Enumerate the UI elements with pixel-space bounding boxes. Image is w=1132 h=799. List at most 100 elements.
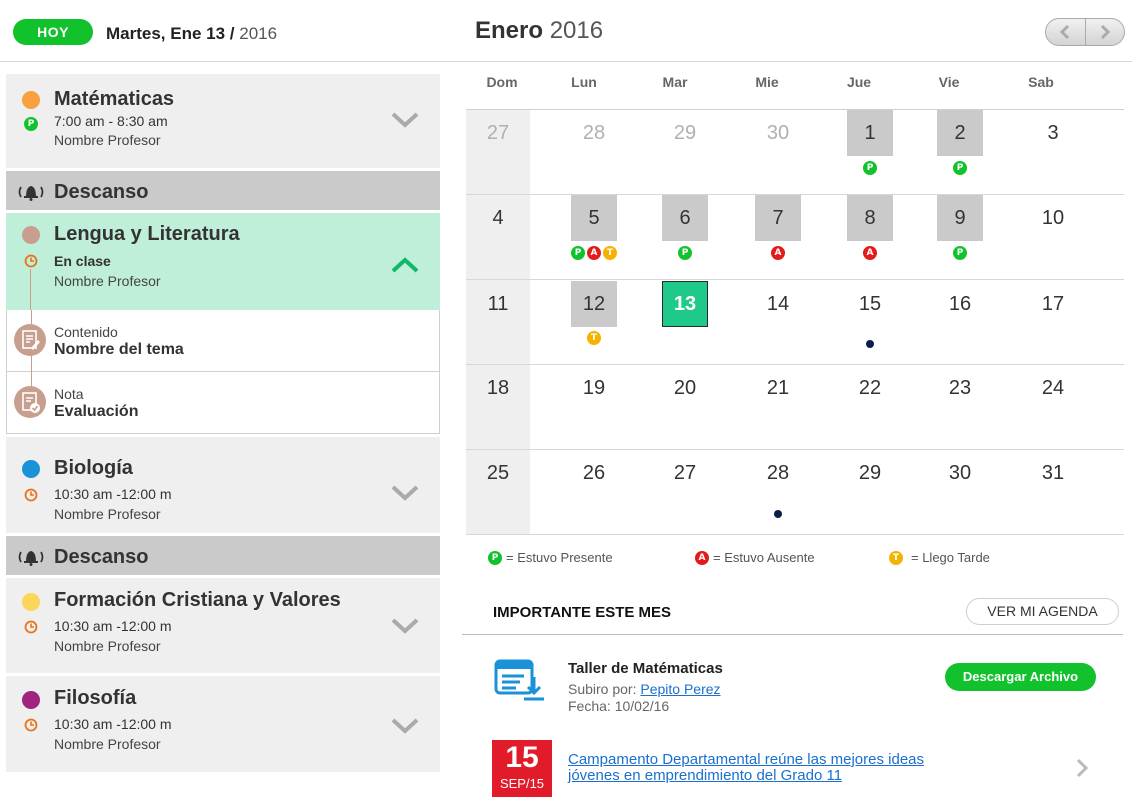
calendar-day[interactable]: 27 bbox=[662, 450, 708, 496]
calendar-day[interactable]: 17 bbox=[1030, 281, 1076, 327]
detail-contenido[interactable]: Contenido Nombre del tema bbox=[6, 310, 440, 372]
prev-month-button[interactable] bbox=[1046, 19, 1085, 45]
present-badge-icon: P bbox=[488, 550, 502, 565]
calendar-day[interactable]: 18 bbox=[475, 365, 521, 411]
subject-color-dot bbox=[22, 691, 40, 709]
subject-time: 10:30 am -12:00 m bbox=[54, 716, 172, 732]
subject-color-dot bbox=[22, 460, 40, 478]
attendance-badges: PAT bbox=[571, 246, 617, 260]
chevron-down-icon[interactable] bbox=[390, 110, 420, 130]
subject-name: Filosofía bbox=[54, 687, 137, 709]
uploader-link[interactable]: Pepito Perez bbox=[640, 681, 720, 697]
calendar-day[interactable]: 25 bbox=[475, 450, 521, 496]
subject-item-matematicas[interactable]: Matématicas P 7:00 am - 8:30 am Nombre P… bbox=[6, 74, 440, 171]
subject-color-dot bbox=[22, 226, 40, 244]
timeline-line bbox=[30, 269, 31, 310]
calendar-day[interactable]: 22 bbox=[847, 365, 893, 411]
day-name-mie: Mie bbox=[755, 74, 779, 90]
news-link[interactable]: Campamento Departamental reúne las mejor… bbox=[568, 752, 968, 784]
calendar-week: 27 28 29 30 1 P 2 P 3 bbox=[466, 110, 1124, 195]
schedule-list: Matématicas P 7:00 am - 8:30 am Nombre P… bbox=[6, 74, 440, 772]
calendar-day[interactable]: 30 bbox=[937, 450, 983, 496]
file-date: Fecha: 10/02/16 bbox=[568, 698, 670, 714]
calendar-day[interactable]: 31 bbox=[1030, 450, 1076, 496]
subject-color-dot bbox=[22, 593, 40, 611]
calendar-day[interactable]: 29 bbox=[847, 450, 893, 496]
subject-name: Lengua y Literatura bbox=[54, 223, 240, 245]
chevron-down-icon[interactable] bbox=[390, 483, 420, 503]
calendar-day[interactable]: 20 bbox=[662, 365, 708, 411]
chevron-up-icon[interactable] bbox=[390, 255, 420, 275]
chevron-down-icon[interactable] bbox=[390, 716, 420, 736]
subject-time: 10:30 am -12:00 m bbox=[54, 618, 172, 634]
event-dot bbox=[866, 340, 874, 348]
calendar-day[interactable]: 27 bbox=[475, 110, 521, 156]
attendance-badges: P bbox=[847, 161, 893, 175]
clock-icon bbox=[24, 488, 38, 502]
calendar-day[interactable]: 12 bbox=[571, 281, 617, 327]
file-title: Taller de Matématicas bbox=[568, 660, 723, 677]
calendar-day[interactable]: 11 bbox=[475, 281, 521, 327]
file-uploader: Subiro por: Pepito Perez bbox=[568, 681, 721, 697]
subject-name: Formación Cristiana y Valores bbox=[54, 589, 341, 611]
attendance-badges: A bbox=[847, 246, 893, 260]
legend-absent-label: = Estuvo Ausente bbox=[713, 550, 815, 565]
clock-icon bbox=[24, 718, 38, 732]
absent-badge-icon: A bbox=[863, 246, 877, 260]
calendar-day[interactable]: 3 bbox=[1030, 110, 1076, 156]
calendar-day[interactable]: 23 bbox=[937, 365, 983, 411]
calendar-day[interactable]: 7 bbox=[755, 195, 801, 241]
calendar-day[interactable]: 10 bbox=[1030, 195, 1076, 241]
calendar-day[interactable]: 16 bbox=[937, 281, 983, 327]
news-day: 15 bbox=[505, 741, 539, 774]
download-file-button[interactable]: Descargar Archivo bbox=[945, 663, 1096, 691]
calendar-day[interactable]: 6 bbox=[662, 195, 708, 241]
clock-icon bbox=[24, 254, 38, 268]
absent-badge-icon: A bbox=[771, 246, 785, 260]
attendance-badges: P bbox=[662, 246, 708, 260]
calendar-day[interactable]: 24 bbox=[1030, 365, 1076, 411]
next-month-button[interactable] bbox=[1084, 19, 1125, 45]
important-title: IMPORTANTE ESTE MES bbox=[493, 604, 672, 621]
subject-item-formacion[interactable]: Formación Cristiana y Valores 10:30 am -… bbox=[6, 578, 440, 676]
calendar-day[interactable]: 2 bbox=[937, 110, 983, 156]
calendar-day[interactable]: 14 bbox=[755, 281, 801, 327]
subject-item-biologia[interactable]: Biología 10:30 am -12:00 m Nombre Profes… bbox=[6, 437, 440, 536]
view-agenda-button[interactable]: VER MI AGENDA bbox=[966, 598, 1119, 625]
calendar-day[interactable]: 5 bbox=[571, 195, 617, 241]
event-dot bbox=[774, 510, 782, 518]
calendar-week: 4 5 P A T 6 P 7 A 8 A 9 P 10 bbox=[466, 195, 1124, 280]
calendar-day[interactable]: 21 bbox=[755, 365, 801, 411]
calendar-day[interactable]: 1 bbox=[847, 110, 893, 156]
calendar-day[interactable]: 8 bbox=[847, 195, 893, 241]
calendar-day[interactable]: 19 bbox=[571, 365, 617, 411]
calendar-day[interactable]: 4 bbox=[475, 195, 521, 241]
chevron-right-icon[interactable] bbox=[1074, 757, 1090, 779]
present-badge-icon: P bbox=[953, 246, 967, 260]
calendar-day[interactable]: 28 bbox=[755, 450, 801, 496]
calendar-day-names: Dom Lun Mar Mie Jue Vie Sab bbox=[466, 64, 1124, 110]
calendar-day[interactable]: 15 bbox=[847, 281, 893, 327]
calendar-day-today[interactable]: 13 bbox=[662, 281, 708, 327]
attendance-badges: T bbox=[571, 331, 617, 345]
calendar-day[interactable]: 26 bbox=[571, 450, 617, 496]
subject-color-dot bbox=[22, 91, 40, 109]
calendar-day[interactable]: 9 bbox=[937, 195, 983, 241]
legend-present: P = Estuvo Presente bbox=[488, 550, 613, 565]
document-check-icon bbox=[14, 386, 46, 418]
detail-nota[interactable]: Nota Evaluación bbox=[6, 372, 440, 434]
subject-time: 7:00 am - 8:30 am bbox=[54, 113, 168, 129]
chevron-right-icon bbox=[1100, 24, 1110, 40]
late-badge-icon: T bbox=[587, 331, 601, 345]
subject-item-filosofia[interactable]: Filosofía 10:30 am -12:00 m Nombre Profe… bbox=[6, 676, 440, 772]
calendar-day[interactable]: 30 bbox=[755, 110, 801, 156]
calendar-day[interactable]: 29 bbox=[662, 110, 708, 156]
calendar-day[interactable]: 28 bbox=[571, 110, 617, 156]
chevron-down-icon[interactable] bbox=[390, 616, 420, 636]
subject-item-lengua[interactable]: Lengua y Literatura En clase Nombre Prof… bbox=[6, 213, 440, 310]
present-badge-icon: P bbox=[863, 161, 877, 175]
today-button[interactable]: HOY bbox=[13, 19, 93, 45]
divider bbox=[462, 634, 1123, 635]
chevron-left-icon bbox=[1060, 24, 1070, 40]
detail-label: Nota bbox=[54, 386, 84, 402]
